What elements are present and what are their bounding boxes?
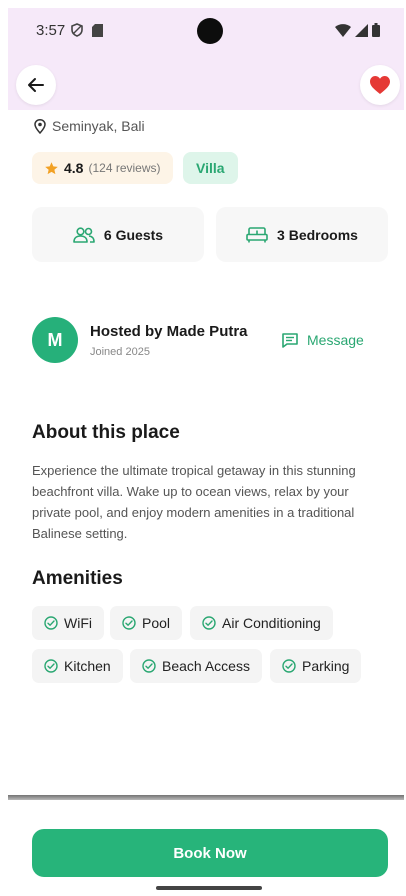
amenity-label: Air Conditioning — [222, 615, 321, 631]
back-button[interactable] — [16, 65, 56, 105]
amenity-label: Pool — [142, 615, 171, 631]
heart-icon — [370, 76, 390, 94]
users-icon — [73, 226, 95, 243]
rating-value: 4.8 — [64, 160, 84, 176]
amenity-chip-pool: Pool — [110, 606, 183, 640]
location-row: Seminyak, Bali — [34, 118, 145, 134]
rating-badge: 4.8 (124 reviews) — [32, 152, 173, 184]
check-circle-icon — [122, 616, 136, 630]
amenity-label: Kitchen — [64, 658, 111, 674]
amenities-heading: Amenities — [32, 568, 123, 589]
status-indicators — [335, 23, 380, 37]
listing-detail-screen: 3:57 Seminyak, Bali 4.8 (124 reviews) Vi… — [0, 0, 406, 896]
gesture-navigation-bar[interactable] — [156, 886, 262, 890]
check-circle-icon — [202, 616, 216, 630]
shield-status-icon — [71, 23, 83, 37]
amenity-label: Parking — [302, 658, 350, 674]
amenity-label: WiFi — [64, 615, 92, 631]
chat-icon — [282, 332, 298, 348]
amenity-chip-wifi: WiFi — [32, 606, 104, 640]
signal-icon — [355, 23, 368, 37]
sim-card-icon — [92, 24, 103, 37]
about-heading: About this place — [32, 422, 180, 443]
bed-icon — [246, 226, 268, 242]
bedrooms-card: 3 Bedrooms — [216, 207, 388, 262]
guests-label: 6 Guests — [103, 226, 164, 243]
status-time: 3:57 — [36, 22, 66, 39]
favorite-button[interactable] — [360, 65, 400, 105]
star-icon — [45, 161, 58, 174]
location-text: Seminyak, Bali — [52, 118, 145, 134]
message-host-button[interactable]: Message — [282, 332, 364, 348]
book-now-button[interactable]: Book Now — [32, 829, 388, 877]
bedrooms-label: 3 Bedrooms — [277, 226, 358, 243]
amenity-chip-kitchen: Kitchen — [32, 649, 123, 683]
header-area: 3:57 — [8, 8, 404, 110]
check-circle-icon — [142, 659, 156, 673]
status-bar: 3:57 — [8, 8, 404, 54]
review-count: (124 reviews) — [88, 161, 161, 175]
battery-icon — [372, 23, 380, 37]
guests-card: 6 Guests — [32, 207, 204, 262]
location-pin-icon — [34, 118, 46, 134]
amenity-chip-beach-access: Beach Access — [130, 649, 262, 683]
check-circle-icon — [282, 659, 296, 673]
check-circle-icon — [44, 616, 58, 630]
amenity-chip-air-conditioning: Air Conditioning — [190, 606, 333, 640]
amenity-chip-parking: Parking — [270, 649, 362, 683]
host-avatar: M — [32, 317, 78, 363]
camera-cutout — [197, 18, 223, 44]
host-joined-date: Joined 2025 — [90, 346, 150, 358]
amenity-label: Beach Access — [162, 658, 250, 674]
property-type-badge: Villa — [183, 152, 238, 184]
about-description: Experience the ultimate tropical getaway… — [32, 463, 356, 541]
wifi-icon — [335, 23, 351, 37]
host-name: Hosted by Made Putra — [90, 323, 248, 340]
arrow-left-icon — [28, 78, 44, 92]
message-label: Message — [307, 332, 364, 348]
check-circle-icon — [44, 659, 58, 673]
